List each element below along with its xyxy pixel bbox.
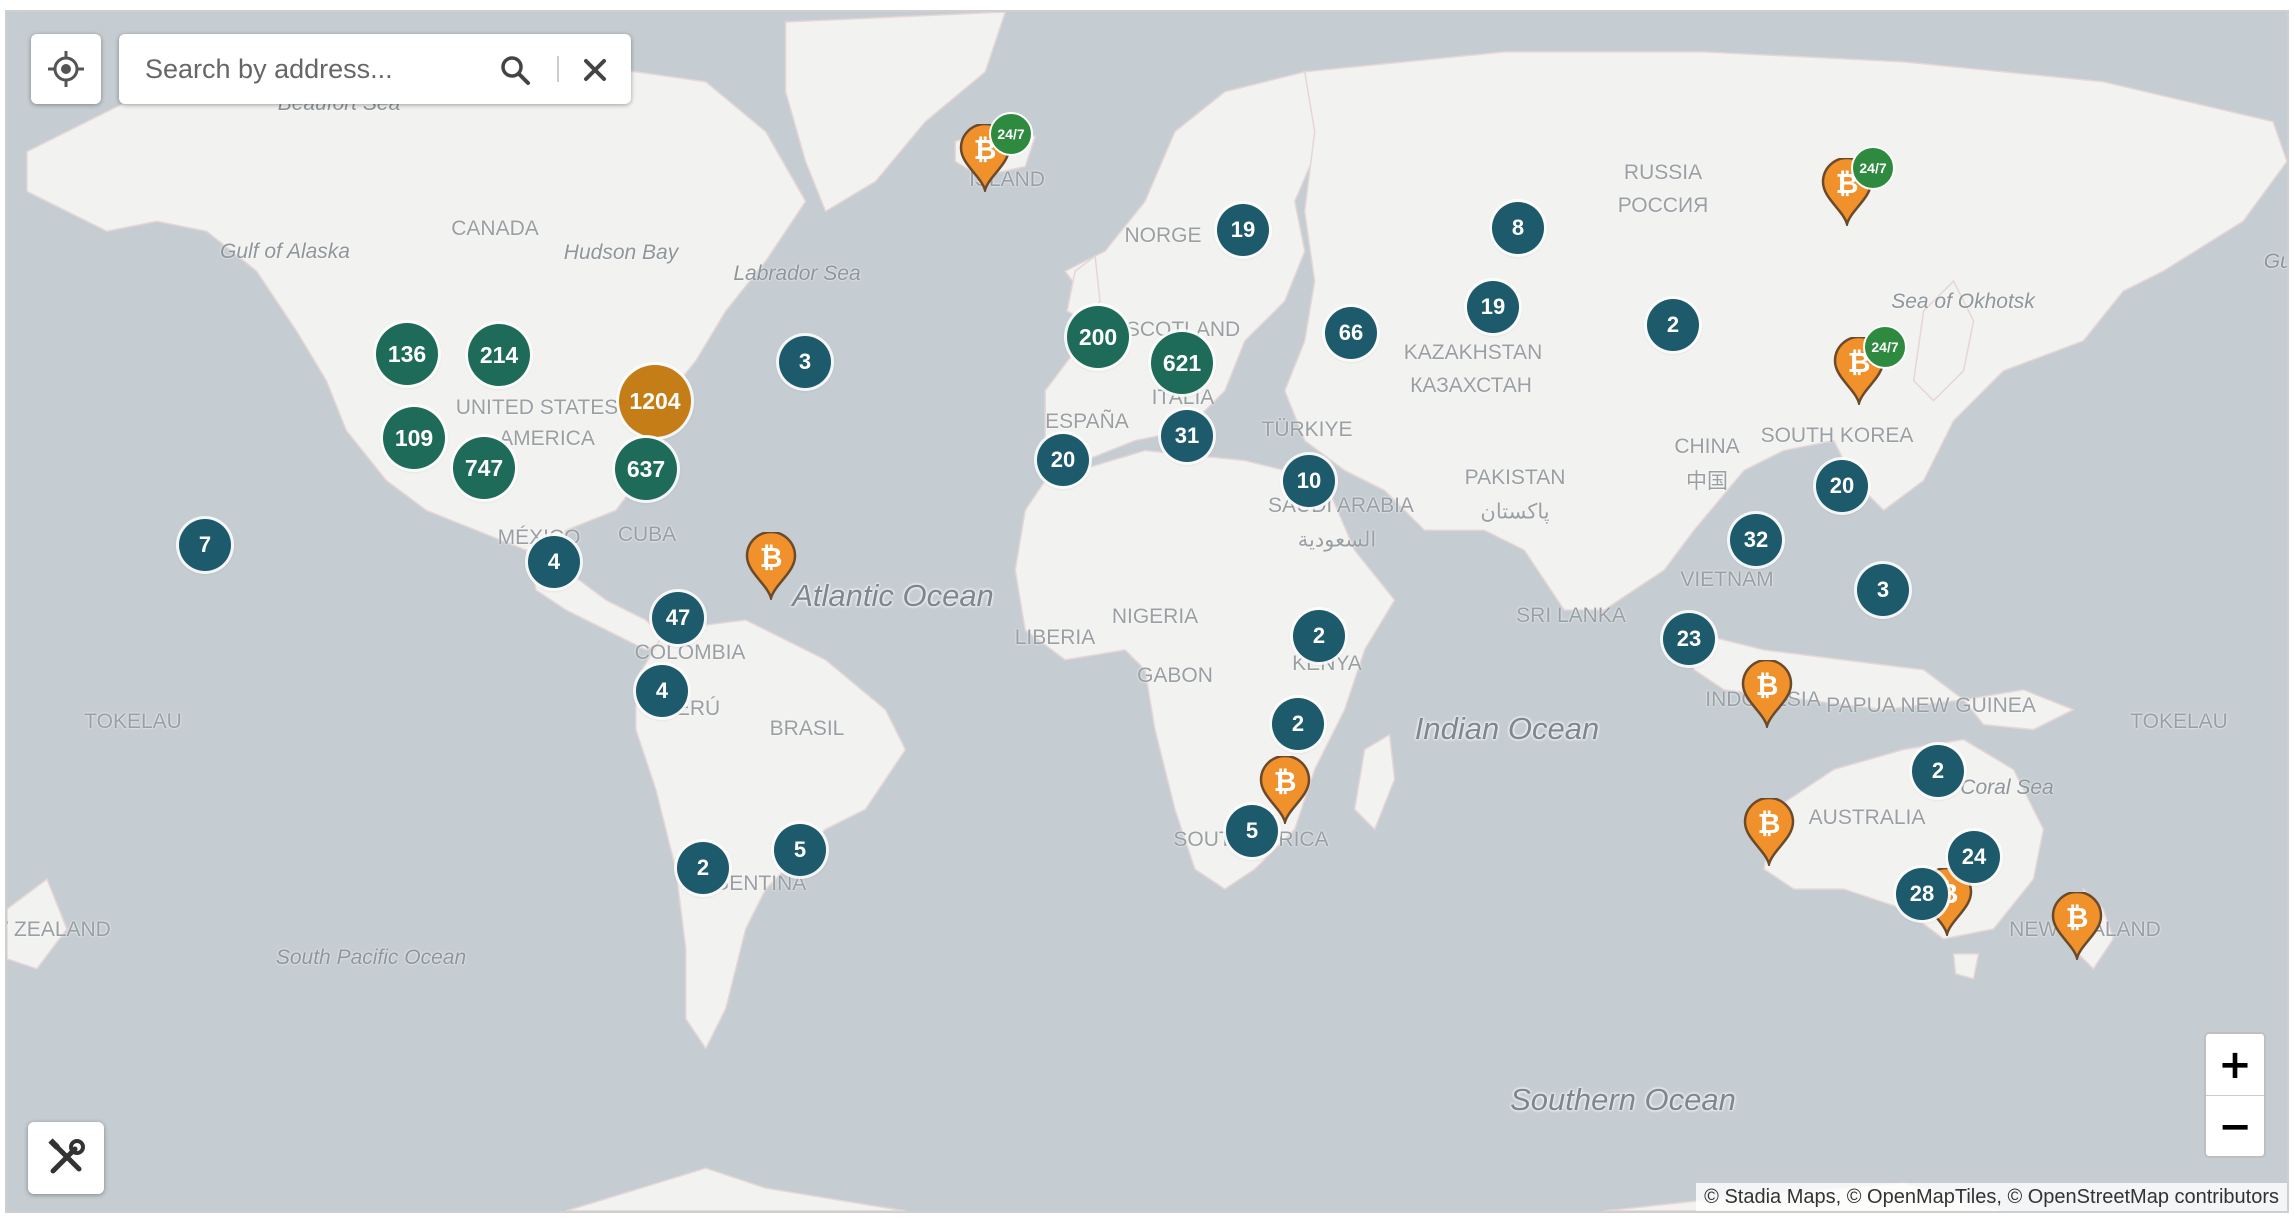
cluster-marker[interactable]: 747	[453, 437, 515, 499]
cluster-marker[interactable]: 1204	[619, 365, 691, 437]
zoom-out-button[interactable]: −	[2206, 1096, 2264, 1156]
tools-button[interactable]	[28, 1122, 104, 1194]
cluster-marker[interactable]: 19	[1467, 281, 1519, 333]
search-input[interactable]	[143, 44, 447, 94]
cluster-marker[interactable]: 4	[636, 665, 688, 717]
bitcoin-pin-icon: ₿	[745, 532, 797, 600]
cluster-marker[interactable]: 2	[1293, 610, 1345, 662]
close-icon[interactable]	[581, 56, 609, 84]
cluster-marker[interactable]: 32	[1730, 514, 1782, 566]
cluster-marker[interactable]: 31	[1161, 410, 1213, 462]
bitcoin-pin-icon: ₿	[2051, 892, 2103, 960]
cluster-marker[interactable]: 136	[376, 323, 438, 385]
cluster-marker[interactable]: 3	[779, 336, 831, 388]
bitcoin-pin-p-russia[interactable]: ₿ 24/7	[1821, 146, 1895, 226]
cluster-marker[interactable]: 2	[677, 842, 729, 894]
cluster-marker[interactable]: 200	[1067, 306, 1129, 368]
svg-text:₿: ₿	[760, 541, 783, 574]
svg-text:₿: ₿	[1756, 669, 1779, 702]
cluster-marker[interactable]: 5	[774, 824, 826, 876]
cluster-marker[interactable]: 8	[1492, 202, 1544, 254]
tools-icon	[48, 1138, 85, 1174]
cluster-marker[interactable]: 2	[1272, 698, 1324, 750]
cluster-marker[interactable]: 214	[468, 324, 530, 386]
crosshair-icon	[48, 51, 84, 87]
cluster-marker[interactable]: 24	[1948, 831, 2000, 883]
svg-text:₿: ₿	[1758, 807, 1781, 840]
locate-me-button[interactable]	[31, 34, 101, 104]
cluster-marker[interactable]: 28	[1896, 868, 1948, 920]
zoom-in-button[interactable]: +	[2206, 1034, 2264, 1096]
cluster-marker[interactable]: 5	[1226, 805, 1278, 857]
bitcoin-pin-icon: ₿	[1743, 798, 1795, 866]
cluster-marker[interactable]: 23	[1663, 613, 1715, 665]
cluster-marker[interactable]: 10	[1283, 455, 1335, 507]
badge-24-7: 24/7	[1863, 325, 1907, 369]
badge-24-7: 24/7	[989, 112, 1033, 156]
map-base-layer[interactable]	[7, 12, 2287, 1211]
bitcoin-pin-p-caribbean[interactable]: ₿	[745, 532, 797, 600]
bitcoin-pin-icon: ₿	[1741, 660, 1793, 728]
bitcoin-pin-p-west-australia[interactable]: ₿	[1743, 798, 1795, 866]
map-attribution[interactable]: © Stadia Maps, © OpenMapTiles, © OpenStr…	[1696, 1183, 2287, 1211]
svg-text:₿: ₿	[2066, 901, 2089, 934]
search-bar	[119, 34, 631, 104]
bitcoin-pin-p-new-zealand[interactable]: ₿	[2051, 892, 2103, 960]
world-map[interactable]: Beaufort Sea Gulf of Alaska CANADA Hudso…	[5, 10, 2289, 1213]
search-divider	[557, 56, 559, 82]
cluster-marker[interactable]: 20	[1816, 460, 1868, 512]
cluster-marker[interactable]: 66	[1325, 307, 1377, 359]
search-icon[interactable]	[499, 54, 531, 86]
cluster-marker[interactable]: 19	[1217, 204, 1269, 256]
cluster-marker[interactable]: 3	[1857, 564, 1909, 616]
svg-text:₿: ₿	[1274, 765, 1297, 798]
cluster-marker[interactable]: 109	[383, 407, 445, 469]
cluster-marker[interactable]: 47	[652, 592, 704, 644]
cluster-marker[interactable]: 7	[179, 519, 231, 571]
cluster-marker[interactable]: 621	[1151, 332, 1213, 394]
cluster-marker[interactable]: 637	[615, 438, 677, 500]
cluster-marker[interactable]: 2	[1912, 745, 1964, 797]
bitcoin-pin-p-iceland[interactable]: ₿ 24/7	[959, 112, 1033, 192]
bitcoin-pin-p-far-east[interactable]: ₿ 24/7	[1833, 325, 1907, 405]
bitcoin-pin-p-indonesia[interactable]: ₿	[1741, 660, 1793, 728]
zoom-control: + −	[2204, 1032, 2266, 1158]
badge-24-7: 24/7	[1851, 146, 1895, 190]
cluster-marker[interactable]: 4	[528, 536, 580, 588]
cluster-marker[interactable]: 2	[1647, 299, 1699, 351]
cluster-marker[interactable]: 20	[1037, 434, 1089, 486]
